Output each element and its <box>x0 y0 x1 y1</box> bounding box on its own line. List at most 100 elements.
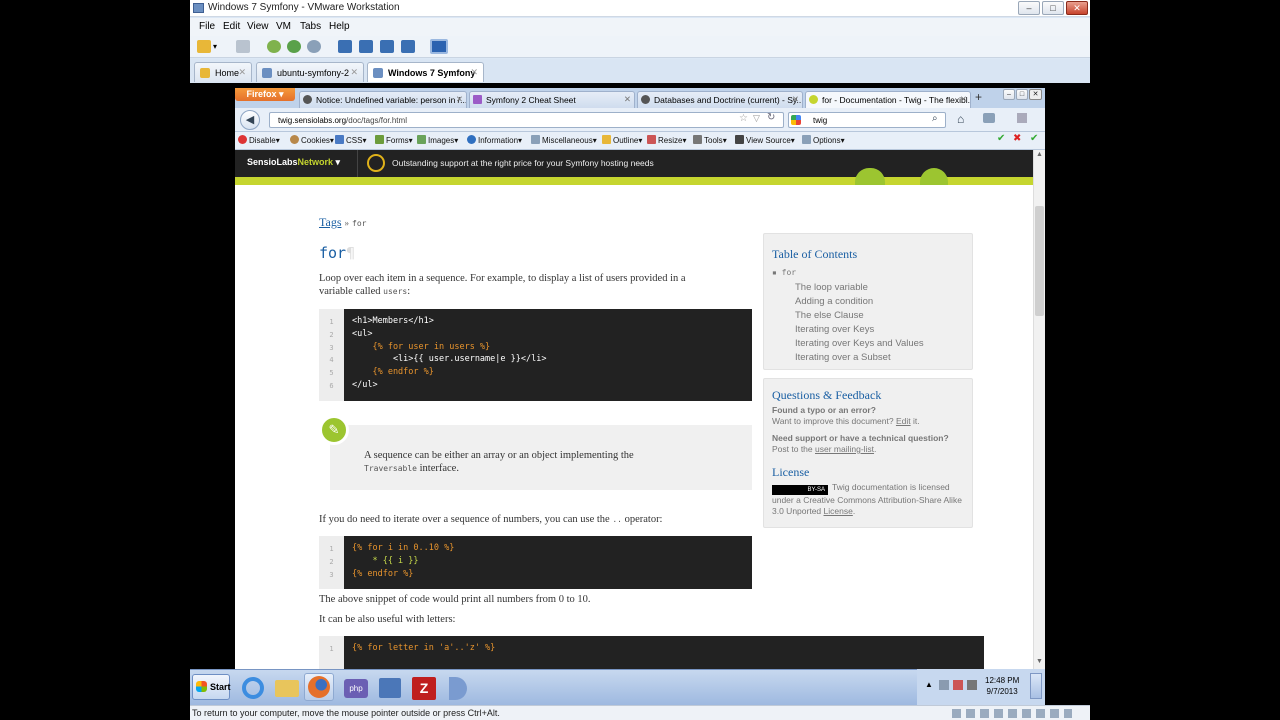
show-library-icon[interactable] <box>338 40 352 53</box>
firefox-menu-button[interactable]: Firefox ▾ <box>235 88 295 101</box>
tab-home[interactable]: Home ✕ <box>194 62 252 82</box>
menu-vm[interactable]: VM <box>276 21 291 32</box>
wd-outline[interactable]: Outline▾ <box>602 135 642 145</box>
wd-css[interactable]: CSS▾ <box>335 135 366 145</box>
home-icon[interactable]: ⌂ <box>957 112 964 126</box>
tray-action-center-icon[interactable] <box>953 680 963 690</box>
taskbar-app-icon[interactable] <box>442 673 472 701</box>
close-button[interactable]: ✕ <box>1066 1 1088 15</box>
unity-icon[interactable] <box>401 40 415 53</box>
wd-miscellaneous[interactable]: Miscellaneous▾ <box>531 135 597 145</box>
firefox-maximize-button[interactable]: □ <box>1016 89 1028 100</box>
device-status-icons[interactable] <box>952 709 1072 718</box>
close-tab-icon[interactable]: ✕ <box>456 94 463 105</box>
snapshot-manager-icon[interactable] <box>307 40 321 53</box>
close-tab-icon[interactable]: ✕ <box>470 67 478 78</box>
validate-ok-icon-2[interactable]: ✔ <box>1030 133 1038 144</box>
tray-volume-icon[interactable] <box>967 680 977 690</box>
console-view-icon[interactable] <box>430 39 448 54</box>
tab-windows-7-symfony[interactable]: Windows 7 Symfony ✕ <box>367 62 484 82</box>
search-input[interactable]: twig <box>788 112 946 128</box>
page-scrollbar[interactable]: ▲ ▼ <box>1033 150 1045 669</box>
taskbar-explorer-icon[interactable] <box>271 673 301 701</box>
menu-view[interactable]: View <box>247 21 269 32</box>
minimize-button[interactable]: – <box>1018 1 1040 15</box>
edit-link[interactable]: Edit <box>896 416 911 426</box>
wd-options[interactable]: Options▾ <box>802 135 845 145</box>
taskbar-filezilla-icon[interactable]: Z <box>408 673 438 701</box>
wd-cookies[interactable]: Cookies▾ <box>290 135 334 145</box>
toc-item[interactable]: Iterating over a Subset <box>772 352 964 366</box>
wd-information[interactable]: Information▾ <box>467 135 522 145</box>
history-dropdown-icon[interactable]: ▽ <box>753 113 760 124</box>
firefox-close-button[interactable]: ✕ <box>1029 89 1042 100</box>
maximize-button[interactable]: □ <box>1042 1 1064 15</box>
start-button[interactable]: Start <box>192 674 231 700</box>
toc-item[interactable]: Adding a condition <box>772 296 964 310</box>
toc-item[interactable]: Iterating over Keys and Values <box>772 338 964 352</box>
toc-item[interactable]: The else Clause <box>772 310 964 324</box>
cc-by-sa-badge[interactable]: BY-SA <box>772 485 828 495</box>
taskbar-firefox-icon[interactable] <box>304 673 334 701</box>
breadcrumb-tags-link[interactable]: Tags <box>319 215 342 229</box>
close-tab-icon[interactable]: ✕ <box>792 94 799 105</box>
sensiolabs-network-menu[interactable]: SensioLabsNetwork ▾ <box>247 157 340 168</box>
url-bar[interactable]: twig.sensiolabs.org/doc/tags/for.html <box>269 112 784 128</box>
close-tab-icon[interactable]: ✕ <box>960 94 967 105</box>
tab-ubuntu-symfony-2[interactable]: ubuntu-symfony-2 ✕ <box>256 62 364 82</box>
mailing-list-link[interactable]: user mailing-list <box>815 444 874 454</box>
toc-item[interactable]: The loop variable <box>772 282 964 296</box>
sensio-promo-link[interactable]: Outstanding support at the right price f… <box>392 158 654 168</box>
tray-clock[interactable]: 12:48 PM 9/7/2013 <box>985 675 1019 697</box>
tray-network-icon[interactable] <box>939 680 949 690</box>
bookmark-star-icon[interactable]: ☆ <box>739 113 748 124</box>
wd-images[interactable]: Images▾ <box>417 135 458 145</box>
firefox-minimize-button[interactable]: – <box>1003 89 1015 100</box>
firefox-tab-notice[interactable]: Notice: Undefined variable: person in /.… <box>299 91 467 108</box>
taskbar-phpstorm-icon[interactable]: php <box>340 673 370 701</box>
wd-view-source[interactable]: View Source▾ <box>735 135 795 145</box>
toc-item[interactable]: Iterating over Keys <box>772 324 964 338</box>
menu-help[interactable]: Help <box>329 21 350 32</box>
menu-tabs[interactable]: Tabs <box>300 21 321 32</box>
show-desktop-button[interactable] <box>1030 673 1042 699</box>
power-icon[interactable] <box>197 40 211 53</box>
firefox-tab-doctrine[interactable]: Databases and Doctrine (current) - Sy...… <box>637 91 803 108</box>
revert-snapshot-icon[interactable] <box>287 40 301 53</box>
scroll-down-icon[interactable]: ▼ <box>1036 658 1043 665</box>
reload-icon[interactable]: ↻ <box>767 112 775 123</box>
menu-file[interactable]: File <box>199 21 215 32</box>
scroll-up-icon[interactable]: ▲ <box>1036 151 1043 158</box>
search-icon[interactable]: ⌕ <box>932 113 938 124</box>
close-tab-icon[interactable]: ✕ <box>238 67 246 78</box>
power-dropdown-icon[interactable]: ▾ <box>213 42 217 51</box>
wd-forms[interactable]: Forms▾ <box>375 135 413 145</box>
firefox-tab-cheatsheet[interactable]: Symfony 2 Cheat Sheet ✕ <box>469 91 635 108</box>
thumbnail-icon[interactable] <box>359 40 373 53</box>
license-link[interactable]: License <box>824 506 853 516</box>
tray-expand-icon[interactable]: ▲ <box>925 680 933 689</box>
taskbar-network-icon[interactable] <box>374 673 404 701</box>
validate-error-icon[interactable]: ✖ <box>1013 133 1021 144</box>
toc-root[interactable]: ▪ for <box>772 268 964 282</box>
send-ctrl-alt-del-icon[interactable] <box>236 40 250 53</box>
permalink-icon[interactable]: ¶ <box>346 244 355 262</box>
snapshot-icon[interactable] <box>267 40 281 53</box>
wd-tools[interactable]: Tools▾ <box>693 135 727 145</box>
scrollbar-thumb[interactable] <box>1035 206 1044 316</box>
guest-screen[interactable]: Firefox ▾ Notice: Undefined variable: pe… <box>190 83 1090 705</box>
firefox-tab-twig[interactable]: for - Documentation - Twig - The flexibl… <box>805 91 971 108</box>
back-button[interactable]: ◀ <box>240 110 260 130</box>
taskbar-ie-icon[interactable] <box>237 673 267 701</box>
new-tab-button[interactable]: + <box>975 90 982 104</box>
addon-icon[interactable] <box>1017 113 1027 123</box>
validate-ok-icon[interactable]: ✔ <box>997 133 1005 144</box>
full-screen-icon[interactable] <box>380 40 394 53</box>
downloads-icon[interactable] <box>983 113 995 123</box>
wd-resize[interactable]: Resize▾ <box>647 135 686 145</box>
close-tab-icon[interactable]: ✕ <box>350 67 358 78</box>
menu-edit[interactable]: Edit <box>223 21 240 32</box>
google-engine-icon[interactable] <box>791 115 801 125</box>
close-tab-icon[interactable]: ✕ <box>624 94 631 105</box>
wd-disable[interactable]: Disable▾ <box>238 135 280 145</box>
